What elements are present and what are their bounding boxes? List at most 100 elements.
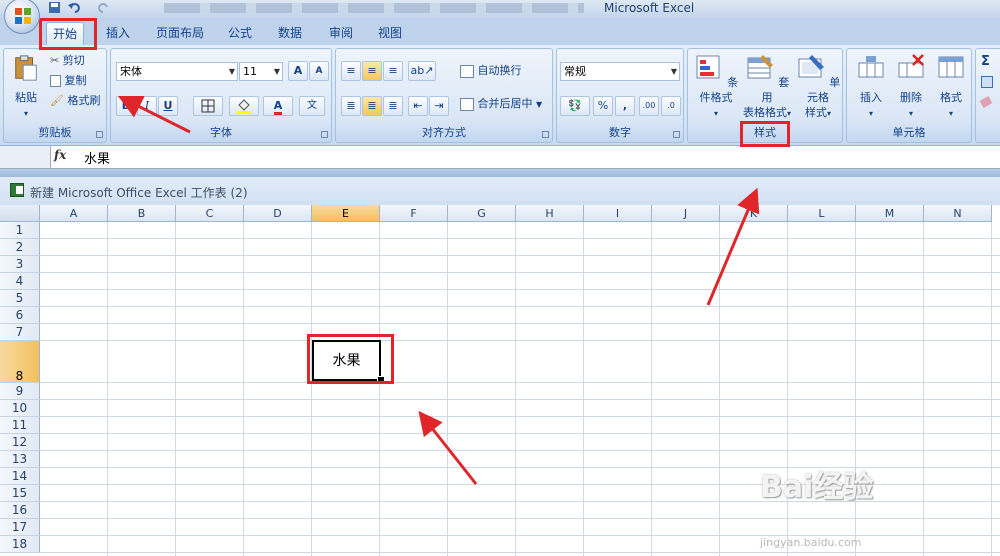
shrink-font-button[interactable]: A (309, 61, 329, 81)
column-header-k[interactable]: K (720, 205, 788, 222)
row-header-7[interactable]: 7 (0, 324, 40, 341)
column-header-j[interactable]: J (652, 205, 720, 222)
fill-button[interactable] (981, 72, 993, 92)
column-header-m[interactable]: M (856, 205, 924, 222)
bold-button[interactable]: B (116, 96, 136, 116)
qat-redo-icon[interactable] (96, 1, 110, 16)
window-splitter[interactable] (0, 169, 1000, 177)
increase-decimal-button[interactable]: .00 (639, 96, 659, 116)
column-header-d[interactable]: D (244, 205, 312, 222)
column-header-f[interactable]: F (380, 205, 448, 222)
clear-button[interactable] (979, 92, 993, 112)
formula-input[interactable]: 水果 (84, 148, 110, 167)
row-header-18[interactable]: 18 (0, 536, 40, 553)
orientation-button[interactable]: ab↗ (408, 61, 436, 81)
row-header-10[interactable]: 10 (0, 400, 40, 417)
cut-button[interactable]: ✂ 剪切 (50, 51, 85, 71)
column-header-e[interactable]: E (312, 205, 380, 222)
row-header-8[interactable]: 8 (0, 341, 40, 383)
number-group-label: 数字 (609, 126, 631, 139)
row-header-6[interactable]: 6 (0, 307, 40, 324)
autosum-button[interactable]: Σ (981, 52, 990, 72)
increase-indent-button[interactable]: ⇥ (429, 96, 449, 116)
select-all-button[interactable] (0, 205, 40, 222)
row-header-1[interactable]: 1 (0, 222, 40, 239)
number-format-combo[interactable]: 常规 ▼ (560, 62, 680, 81)
format-painter-button[interactable]: 🖌 格式刷 (50, 91, 100, 111)
column-header-a[interactable]: A (40, 205, 108, 222)
column-header-l[interactable]: L (788, 205, 856, 222)
format-cells-button[interactable]: 格式 ▾ (931, 53, 971, 121)
font-size-combo[interactable]: 11 ▼ (239, 62, 283, 81)
merge-center-button[interactable]: 合并后居中 ▼ (460, 94, 542, 114)
baidu-watermark-url: jingyan.baidu.com (760, 536, 862, 549)
align-bottom-button[interactable]: ≡ (383, 61, 403, 81)
column-header-h[interactable]: H (516, 205, 584, 222)
phonetic-button[interactable]: 文 (299, 96, 325, 116)
tab-review[interactable]: 审阅 (323, 22, 359, 44)
row-header-14[interactable]: 14 (0, 468, 40, 485)
row-header-12[interactable]: 12 (0, 434, 40, 451)
name-box[interactable] (0, 146, 51, 168)
paste-button[interactable]: 粘贴 ▾ (8, 53, 44, 121)
percent-button[interactable]: % (593, 96, 613, 116)
format-as-table-button[interactable]: 套用 表格格式▾ (740, 53, 794, 121)
row-header-15[interactable]: 15 (0, 485, 40, 502)
font-color-button[interactable]: A (263, 96, 293, 116)
align-center-button[interactable]: ≣ (362, 96, 382, 116)
row-header-5[interactable]: 5 (0, 290, 40, 307)
insert-function-button[interactable]: fx (54, 148, 66, 162)
tab-formulas[interactable]: 公式 (222, 22, 258, 44)
qat-save-icon[interactable] (48, 1, 61, 16)
borders-button[interactable] (193, 96, 223, 116)
number-launcher-icon[interactable] (673, 131, 680, 138)
wrap-text-button[interactable]: 自动换行 (460, 61, 522, 81)
grow-font-button[interactable]: A (288, 61, 308, 81)
tab-insert[interactable]: 插入 (100, 22, 136, 44)
align-top-button[interactable]: ≡ (341, 61, 361, 81)
row-header-9[interactable]: 9 (0, 383, 40, 400)
row-header-4[interactable]: 4 (0, 273, 40, 290)
row-header-16[interactable]: 16 (0, 502, 40, 519)
row-header-17[interactable]: 17 (0, 519, 40, 536)
column-gridline (923, 222, 924, 556)
delete-cells-button[interactable]: 删除 ▾ (891, 53, 931, 121)
decrease-indent-button[interactable]: ⇤ (408, 96, 428, 116)
row-header-13[interactable]: 13 (0, 451, 40, 468)
column-header-c[interactable]: C (176, 205, 244, 222)
cell-styles-button[interactable]: 单元格 样式▾ (794, 53, 842, 121)
fill-color-button[interactable] (229, 96, 259, 116)
decrease-decimal-button[interactable]: .0 (661, 96, 681, 116)
qat-undo-icon[interactable] (68, 1, 82, 16)
row-gridline (40, 272, 1000, 273)
decrease-indent-icon: ⇤ (413, 99, 423, 112)
comma-button[interactable]: , (615, 96, 635, 116)
align-left-button[interactable]: ≣ (341, 96, 361, 116)
row-header-3[interactable]: 3 (0, 256, 40, 273)
alignment-launcher-icon[interactable] (542, 131, 549, 138)
tab-data[interactable]: 数据 (272, 22, 308, 44)
underline-button[interactable]: U (158, 96, 178, 116)
column-header-b[interactable]: B (108, 205, 176, 222)
fill-down-icon (981, 76, 993, 88)
row-gridline (40, 399, 1000, 400)
row-gridline (40, 340, 1000, 341)
clipboard-launcher-icon[interactable] (96, 131, 103, 138)
copy-button[interactable]: 复制 (50, 71, 87, 91)
insert-cells-button[interactable]: 插入 ▾ (851, 53, 891, 121)
font-launcher-icon[interactable] (321, 131, 328, 138)
column-header-g[interactable]: G (448, 205, 516, 222)
font-name-combo[interactable]: 宋体 ▼ (116, 62, 238, 81)
column-header-i[interactable]: I (584, 205, 652, 222)
tab-page-layout[interactable]: 页面布局 (150, 22, 210, 44)
accounting-format-button[interactable]: 💱 (560, 96, 590, 116)
row-header-11[interactable]: 11 (0, 417, 40, 434)
row-header-2[interactable]: 2 (0, 239, 40, 256)
conditional-formatting-button[interactable]: 条件格式 ▾ (690, 53, 742, 121)
tab-view[interactable]: 视图 (372, 22, 408, 44)
italic-button[interactable]: I (137, 96, 157, 116)
align-right-button[interactable]: ≣ (383, 96, 403, 116)
column-header-n[interactable]: N (924, 205, 992, 222)
copy-icon (50, 75, 61, 87)
align-middle-button[interactable]: ≡ (362, 61, 382, 81)
